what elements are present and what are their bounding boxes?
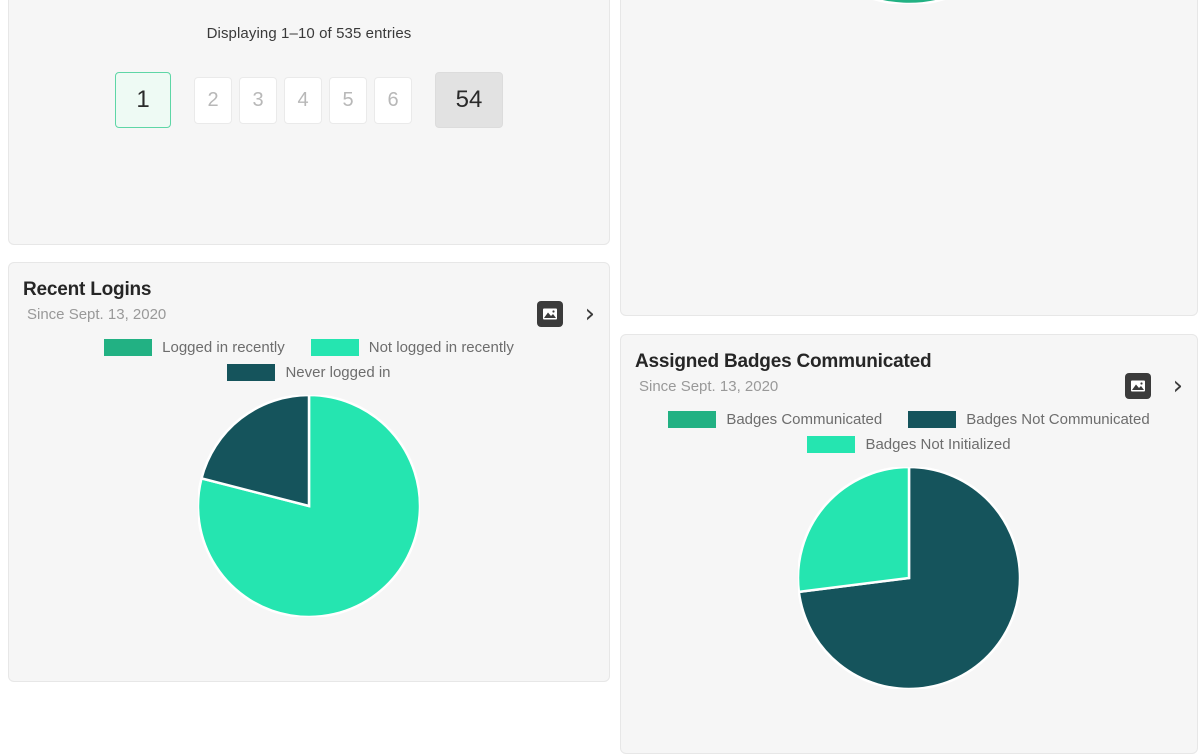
logins-card-subtitle: Since Sept. 13, 2020 — [27, 306, 167, 323]
legend-swatch — [227, 364, 276, 381]
badges-legend-item[interactable]: Badges Not Initialized — [807, 436, 1011, 453]
page-title-recent-logins: Recent Logins — [23, 279, 152, 300]
logins-legend: Logged in recently Not logged in recently… — [9, 339, 609, 381]
pagination-page-3[interactable]: 3 — [239, 76, 277, 124]
recent-logins-card: Recent Logins Since Sept. 13, 2020 › Log… — [8, 262, 610, 682]
badges-legend-item[interactable]: Badges Not Communicated — [908, 411, 1150, 428]
table-entries-summary: Displaying 1–10 of 535 entries — [206, 25, 412, 42]
image-icon[interactable] — [536, 301, 563, 327]
logins-legend-item[interactable]: Logged in recently — [104, 339, 285, 356]
legend-label: Badges Not Communicated — [966, 411, 1150, 428]
readings-chart-card: › Abnormal ReadingsNormal Readings Abnor… — [620, 0, 1198, 316]
badges-card-subtitle: Since Sept. 13, 2020 — [639, 378, 779, 395]
chevron-right-icon[interactable]: › — [1173, 373, 1183, 399]
legend-swatch — [807, 436, 856, 453]
logins-legend-item[interactable]: Never logged in — [227, 364, 391, 381]
pagination-page-2[interactable]: 2 — [194, 76, 232, 124]
legend-label: Not logged in recently — [368, 339, 514, 356]
logins-card-actions: › — [536, 301, 595, 327]
pie-slice[interactable]: Normal Readings — [784, 0, 1034, 4]
page-title-assigned-badges: Assigned Badges Communicated — [635, 351, 932, 372]
legend-swatch — [908, 411, 957, 428]
pagination-page-5[interactable]: 5 — [329, 76, 367, 124]
legend-label: Logged in recently — [162, 339, 285, 356]
pie-slice[interactable]: Badges Not Initialized — [798, 467, 911, 594]
image-icon[interactable] — [1124, 373, 1151, 399]
pagination[interactable]: 1 2 3 4 5 6 54 — [9, 72, 609, 128]
badges-legend: Badges Communicated Badges Not Communicat… — [621, 411, 1197, 453]
badges-legend-item[interactable]: Badges Communicated — [668, 411, 882, 428]
legend-label: Badges Not Initialized — [865, 436, 1011, 453]
badges-card-actions: › — [1124, 373, 1183, 399]
legend-label: Never logged in — [285, 364, 391, 381]
readings-pie-chart: Abnormal ReadingsNormal Readings — [621, 0, 1197, 4]
pagination-page-6[interactable]: 6 — [374, 76, 412, 124]
patients-table-card: Demo P 3450dd56d2b7Demo P 11607ed3689dDe… — [8, 0, 610, 245]
pagination-page-current[interactable]: 1 — [115, 72, 171, 128]
chevron-right-icon[interactable]: › — [585, 301, 595, 327]
legend-swatch — [668, 411, 717, 428]
pagination-page-4[interactable]: 4 — [284, 76, 322, 124]
assigned-badges-card: Assigned Badges Communicated Since Sept.… — [620, 334, 1198, 754]
legend-label: Badges Communicated — [726, 411, 883, 428]
legend-swatch — [310, 339, 359, 356]
logins-legend-item[interactable]: Not logged in recently — [310, 339, 514, 356]
logins-pie-chart: Not logged in recentlyNever logged in — [9, 395, 609, 617]
badges-card-header: Assigned Badges Communicated Since Sept.… — [621, 335, 1197, 399]
badges-pie-chart: Badges Not CommunicatedBadges Not Initia… — [621, 467, 1197, 689]
logins-card-header: Recent Logins Since Sept. 13, 2020 › — [9, 263, 609, 327]
legend-swatch — [104, 339, 153, 356]
pagination-page-last[interactable]: 54 — [435, 72, 503, 128]
